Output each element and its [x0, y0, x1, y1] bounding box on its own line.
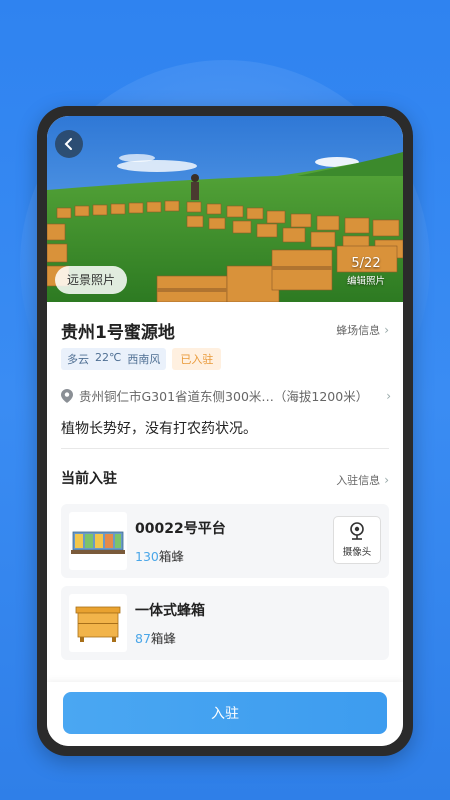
- phone-screen: 远景照片 5/22 编辑照片 贵州1号蜜源地 蜂场信息 › 多云 22℃ 西南风…: [47, 116, 403, 746]
- back-button[interactable]: [55, 130, 83, 158]
- weather-temperature: 22℃: [95, 351, 122, 364]
- weather-wind: 西南风: [127, 353, 161, 366]
- divider: [61, 448, 389, 449]
- item-count: 130箱蜂: [135, 546, 184, 565]
- beehive-box-icon: [69, 594, 127, 652]
- status-badge: 已入驻: [172, 348, 222, 370]
- item-count-number: 87: [135, 631, 151, 646]
- list-item[interactable]: 00022号平台 130箱蜂 摄像头: [61, 504, 389, 578]
- apiary-photo[interactable]: 远景照片 5/22 编辑照片: [47, 116, 403, 302]
- camera-label: 摄像头: [342, 547, 372, 558]
- apiary-name: 贵州1号蜜源地: [61, 323, 175, 343]
- current-section-title: 当前入驻: [61, 471, 117, 487]
- apiary-info-link[interactable]: 蜂场信息 ›: [336, 322, 389, 338]
- address-row[interactable]: 贵州铜仁市G301省道东侧300米…（海拔1200米） ›: [61, 386, 391, 405]
- camera-icon: [350, 522, 364, 540]
- address-text: 贵州铜仁市G301省道东侧300米…（海拔1200米）: [79, 389, 369, 404]
- photo-index: 5/22: [351, 256, 381, 271]
- apiary-description: 植物长势好，没有打农药状况。: [61, 421, 257, 437]
- enter-info-link[interactable]: 入驻信息 ›: [336, 472, 389, 488]
- weather-tag: 多云 22℃ 西南风: [61, 348, 167, 370]
- item-count-unit: 箱蜂: [150, 631, 176, 646]
- edit-photo-link[interactable]: 编辑照片: [347, 273, 385, 287]
- list-item[interactable]: 一体式蜂箱 87箱蜂: [61, 586, 389, 660]
- chevron-right-icon: ›: [384, 473, 389, 487]
- item-count-unit: 箱蜂: [158, 549, 184, 564]
- item-count: 87箱蜂: [135, 628, 176, 647]
- item-name: 00022号平台: [135, 521, 226, 537]
- location-pin-icon: [61, 388, 73, 403]
- photo-counter[interactable]: 5/22 编辑照片: [347, 256, 385, 287]
- tag-row: 多云 22℃ 西南风 已入驻: [61, 348, 222, 370]
- item-count-number: 130: [135, 549, 159, 564]
- chevron-right-icon: ›: [386, 388, 391, 403]
- far-photo-tag[interactable]: 远景照片: [55, 266, 128, 294]
- item-name: 一体式蜂箱: [135, 603, 205, 619]
- apiary-info-label: 蜂场信息: [336, 324, 381, 337]
- camera-button[interactable]: 摄像头: [333, 516, 381, 564]
- bottom-action-bar: 入驻: [47, 682, 403, 746]
- phone-frame: 远景照片 5/22 编辑照片 贵州1号蜜源地 蜂场信息 › 多云 22℃ 西南风…: [37, 106, 413, 756]
- chevron-left-icon: [64, 138, 72, 150]
- beehive-platform-icon: [69, 512, 127, 570]
- chevron-right-icon: ›: [384, 323, 389, 337]
- weather-condition: 多云: [67, 353, 89, 366]
- enter-info-label: 入驻信息: [336, 474, 381, 487]
- enter-button[interactable]: 入驻: [63, 692, 387, 734]
